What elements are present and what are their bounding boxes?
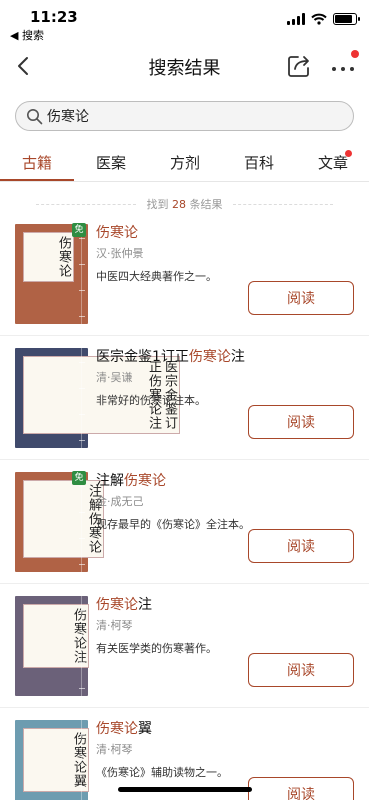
book-title[interactable]: 医宗金鉴1订正伤寒论注 [96,346,245,366]
read-button[interactable]: 阅读 [248,529,354,563]
book-author: 清·柯琴 [96,743,133,756]
free-badge: 免 [72,471,86,485]
title-highlight: 伤寒论 [124,473,166,489]
title-highlight: 伤寒论 [96,597,138,613]
title-highlight: 伤寒论 [188,349,231,365]
title-highlight: 伤寒论 [96,225,138,241]
active-tab-indicator [0,179,74,181]
result-item[interactable]: 注解伤寒论 免 注解伤寒论 金·成无己 现存最早的《伤寒论》全注本。 阅读 [0,460,369,584]
tab-articles-badge [345,150,352,157]
book-title[interactable]: 伤寒论翼 [96,718,152,738]
back-to-app-link[interactable]: ◀ 搜索 [10,27,44,43]
book-title[interactable]: 伤寒论 [96,222,138,242]
book-cover[interactable]: 注解伤寒论 [15,472,104,572]
wifi-icon [311,13,327,25]
book-cover[interactable]: 伤寒论 [15,224,88,324]
book-title[interactable]: 注解伤寒论 [96,470,166,490]
read-button[interactable]: 阅读 [248,653,354,687]
read-button[interactable]: 阅读 [248,777,354,800]
free-badge: 免 [72,223,86,237]
result-count-suffix: 条结果 [189,198,223,211]
read-button[interactable]: 阅读 [248,281,354,315]
result-item[interactable]: 伤寒论 免 伤寒论 汉·张仲景 中医四大经典著作之一。 阅读 [0,212,369,336]
more-options-button[interactable] [328,50,359,79]
cover-title-text: 伤寒论 [56,236,71,278]
cover-label: 伤寒论 [23,232,74,282]
book-description: 现存最早的《伤寒论》全注本。 [96,518,250,531]
book-cover[interactable]: 伤寒论翼 [15,720,89,800]
tab-encyclopedia[interactable]: 百科 [222,152,296,173]
book-author: 清·吴谦 [96,371,133,384]
title-highlight: 伤寒论 [96,721,138,737]
tab-medical-cases[interactable]: 医案 [74,152,148,173]
tab-prescriptions[interactable]: 方剂 [148,152,222,173]
book-cover[interactable]: 伤寒论注 [15,596,89,696]
book-author: 金·成无己 [96,495,144,508]
share-icon[interactable] [286,53,312,79]
book-description: 非常好的伤寒论注本。 [96,394,206,407]
tab-articles[interactable]: 文章 [296,152,369,173]
tab-ancient-books[interactable]: 古籍 [0,152,74,173]
book-description: 《伤寒论》辅助读物之一。 [96,766,228,779]
book-author: 清·柯琴 [96,619,133,632]
status-time: 11:23 [30,8,78,26]
notification-dot [351,50,359,58]
status-icons [287,13,360,25]
book-author: 汉·张仲景 [96,247,144,260]
back-arrow-icon[interactable] [12,54,36,78]
book-cover[interactable]: 医宗金鉴订 正伤寒论注 [15,348,180,448]
home-indicator [118,787,252,792]
book-description: 中医四大经典著作之一。 [96,270,217,283]
result-count-number: 28 [172,198,186,211]
status-bar: 11:23 ◀ 搜索 [0,0,369,44]
cellular-signal-icon [287,13,305,25]
page-title: 搜索结果 [148,58,221,79]
battery-icon [333,13,360,25]
search-input[interactable] [47,106,337,126]
result-item[interactable]: 伤寒论注 伤寒论注 清·柯琴 有关医学类的伤寒著作。 阅读 [0,584,369,708]
category-tabs: 古籍 医案 方剂 百科 文章 [0,146,369,182]
search-icon [27,109,43,125]
result-item[interactable]: 医宗金鉴订 正伤寒论注 医宗金鉴1订正伤寒论注 清·吴谦 非常好的伤寒论注本。 阅… [0,336,369,460]
navigation-bar: 搜索结果 [0,44,369,88]
cover-label: 注解伤寒论 [23,480,104,558]
book-description: 有关医学类的伤寒著作。 [96,642,217,655]
book-title[interactable]: 伤寒论注 [96,594,152,614]
search-bar[interactable] [15,101,354,131]
read-button[interactable]: 阅读 [248,405,354,439]
result-count-prefix: 找到 [146,198,169,211]
result-count: 找到 28 条结果 [0,196,369,212]
